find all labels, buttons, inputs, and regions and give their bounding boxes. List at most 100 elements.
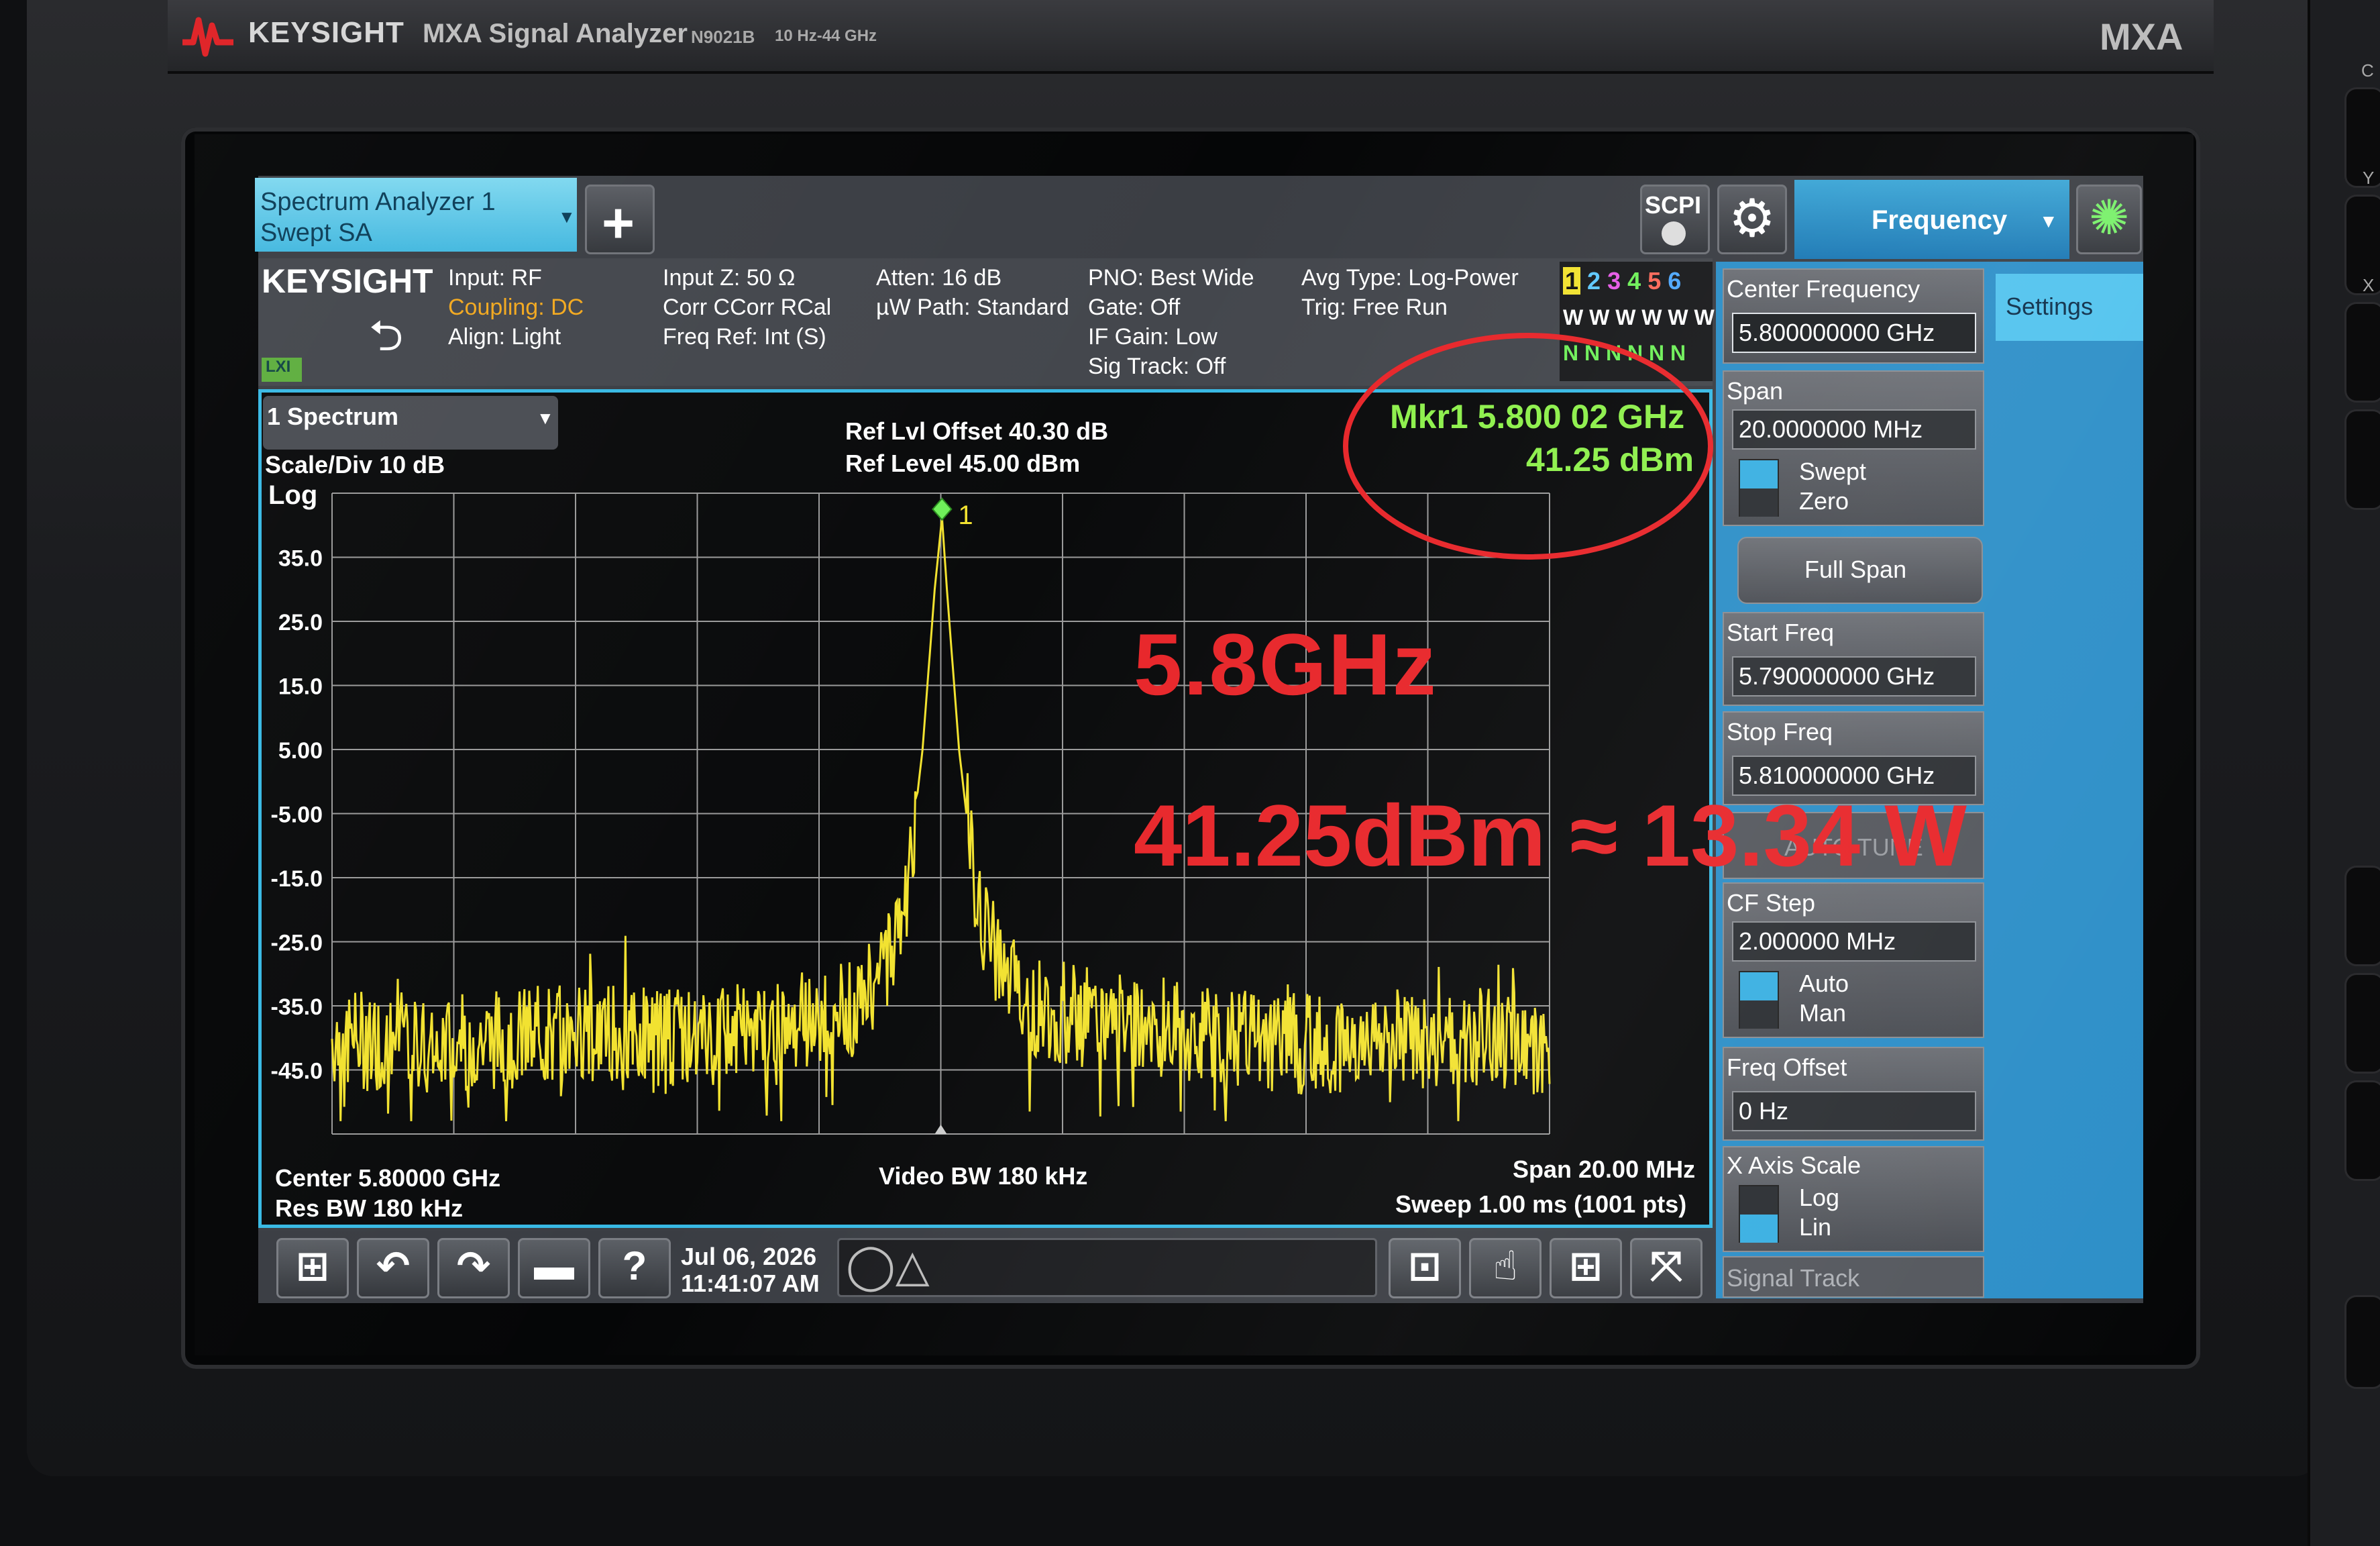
return-icon[interactable]: ⮌	[369, 305, 403, 378]
y-tick-label: 25.0	[278, 610, 323, 635]
center-frequency-field[interactable]: 5.800000000 GHz	[1732, 313, 1976, 353]
info-input: Input: RF	[448, 265, 542, 291]
redo-icon: ↷	[456, 1243, 491, 1288]
help-icon: ?	[622, 1243, 647, 1288]
series-badge: MXA	[2100, 15, 2183, 58]
start-freq-key[interactable]: Start Freq 5.790000000 GHz	[1723, 612, 1984, 706]
frequency-range: 10 Hz-44 GHz	[775, 27, 877, 45]
y-tick-label: -25.0	[271, 931, 323, 956]
freq-offset-key[interactable]: Freq Offset 0 Hz	[1723, 1047, 1984, 1141]
measurement-name: Swept SA	[260, 219, 372, 247]
full-screen-button[interactable]: ⤧	[1630, 1238, 1702, 1298]
toggle-option: Lin	[1799, 1213, 1832, 1241]
info-brand: KEYSIGHT	[262, 262, 433, 300]
trace-numbers: 1 2 3 4 5 6	[1563, 267, 1681, 295]
trace-number: 5	[1647, 267, 1662, 295]
front-panel-key[interactable]	[2344, 866, 2380, 966]
y-tick-label: -35.0	[271, 994, 323, 1020]
info-freq-ref: Freq Ref: Int (S)	[663, 324, 826, 350]
y-tick-label: 15.0	[278, 674, 323, 700]
menu-key-title: Freq Offset	[1727, 1053, 1847, 1081]
windows-button[interactable]: ⊞	[276, 1238, 349, 1298]
x-axis-scale-key[interactable]: X Axis Scale Log Lin	[1723, 1146, 1984, 1252]
res-bw-annotation: Res BW 180 kHz	[275, 1194, 464, 1222]
model-code: N9021B	[691, 27, 755, 47]
start-freq-field[interactable]: 5.790000000 GHz	[1732, 656, 1976, 697]
front-panel-key[interactable]	[2344, 1295, 2380, 1389]
info-column-attenuation[interactable]: Atten: 16 dB µW Path: Standard	[876, 263, 1069, 322]
mode-name: Spectrum Analyzer 1	[260, 188, 496, 216]
info-gate: Gate: Off	[1088, 295, 1181, 320]
toggle-option: Auto	[1799, 970, 1849, 997]
expand-icon: ⤧	[1650, 1243, 1682, 1288]
cf-step-key[interactable]: CF Step 2.000000 MHz Auto Man	[1723, 882, 1984, 1038]
auto-couple-button[interactable]: ✺	[2076, 185, 2142, 254]
full-span-button[interactable]: Full Span	[1737, 537, 1983, 604]
front-panel-key[interactable]	[2344, 1080, 2380, 1181]
span-key[interactable]: Span 20.0000000 MHz Swept Zero	[1723, 370, 1984, 526]
ref-level: Ref Level 45.00 dBm	[845, 450, 1081, 477]
window-label: 1 Spectrum	[267, 403, 399, 430]
side-label: Y	[2363, 168, 2375, 188]
info-pno: PNO: Best Wide	[1088, 265, 1254, 291]
chevron-down-icon: ▼	[558, 207, 576, 227]
x-axis-log-lin-toggle[interactable]	[1739, 1185, 1779, 1243]
toggle-option: Log	[1799, 1184, 1840, 1211]
info-column-trigger[interactable]: Avg Type: Log-Power Trig: Free Run	[1301, 263, 1519, 322]
side-label: X	[2363, 275, 2375, 295]
toggle-option: Zero	[1799, 487, 1849, 515]
y-tick-label: -45.0	[271, 1059, 323, 1084]
touch-icon: ☝	[1493, 1243, 1518, 1288]
front-panel-key[interactable]	[2344, 973, 2380, 1074]
grid-icon: ⊞	[1568, 1243, 1603, 1288]
folder-icon: ▬	[534, 1243, 574, 1288]
time-display: 11:41:07 AM	[681, 1270, 820, 1297]
annotation-frequency: 5.8GHz	[1134, 615, 1438, 713]
info-uw-path: µW Path: Standard	[876, 295, 1069, 320]
info-trigger: Trig: Free Run	[1301, 295, 1448, 320]
info-atten: Atten: 16 dB	[876, 265, 1002, 291]
help-button[interactable]: ?	[598, 1238, 671, 1298]
info-sig-track: Sig Track: Off	[1088, 354, 1226, 379]
cf-step-auto-man-toggle[interactable]	[1739, 971, 1779, 1029]
undo-button[interactable]: ↶	[357, 1238, 429, 1298]
multi-window-button[interactable]: ⊞	[1550, 1238, 1622, 1298]
info-column-impedance[interactable]: Input Z: 50 Ω Corr CCorr RCal Freq Ref: …	[663, 263, 831, 352]
center-frequency-key[interactable]: Center Frequency 5.800000000 GHz	[1723, 268, 1984, 364]
zoom-window-button[interactable]: ⊡	[1389, 1238, 1461, 1298]
message-bar[interactable]: ◯△	[837, 1238, 1377, 1297]
scpi-label: SCPI	[1645, 191, 1702, 219]
info-input-z: Input Z: 50 Ω	[663, 265, 796, 291]
video-bw-annotation: Video BW 180 kHz	[879, 1162, 1088, 1190]
cf-step-field[interactable]: 2.000000 MHz	[1732, 921, 1976, 962]
burst-icon: ✺	[2089, 191, 2130, 245]
chevron-down-icon: ▼	[2039, 211, 2058, 231]
settings-button[interactable]: ⚙	[1717, 185, 1787, 254]
marker-diamond-icon	[931, 497, 953, 521]
add-screen-button[interactable]: +	[585, 185, 655, 254]
info-column-input[interactable]: Input: RF Coupling: DC Align: Light	[448, 263, 584, 352]
side-label: C	[2361, 60, 2374, 81]
freq-offset-field[interactable]: 0 Hz	[1732, 1091, 1976, 1131]
message-warning-icon: ◯△	[846, 1241, 930, 1290]
menu-key-title: Span	[1727, 377, 1784, 405]
brand-name: KEYSIGHT	[248, 16, 404, 49]
span-field[interactable]: 20.0000000 MHz	[1732, 409, 1976, 450]
trace-number: 4	[1627, 267, 1641, 295]
windows-icon: ⊞	[295, 1243, 330, 1288]
info-avg-type: Avg Type: Log-Power	[1301, 265, 1519, 291]
span-swept-zero-toggle[interactable]	[1739, 459, 1779, 517]
plus-icon: +	[602, 191, 635, 254]
file-button[interactable]: ▬	[518, 1238, 590, 1298]
info-column-pno[interactable]: PNO: Best Wide Gate: Off IF Gain: Low Si…	[1088, 263, 1254, 381]
front-panel-key[interactable]	[2344, 302, 2380, 403]
menu-key-title: X Axis Scale	[1727, 1151, 1861, 1179]
redo-button[interactable]: ↷	[437, 1238, 510, 1298]
lxi-badge: LXI	[262, 358, 302, 382]
menu-key-title: Start Freq	[1727, 619, 1835, 646]
front-panel-key[interactable]	[2344, 409, 2380, 510]
touch-button[interactable]: ☝	[1469, 1238, 1541, 1298]
signal-track-key[interactable]: Signal Track	[1723, 1256, 1984, 1298]
toggle-option: Swept	[1799, 458, 1867, 485]
trace-types: W W W W W W	[1563, 305, 1715, 329]
